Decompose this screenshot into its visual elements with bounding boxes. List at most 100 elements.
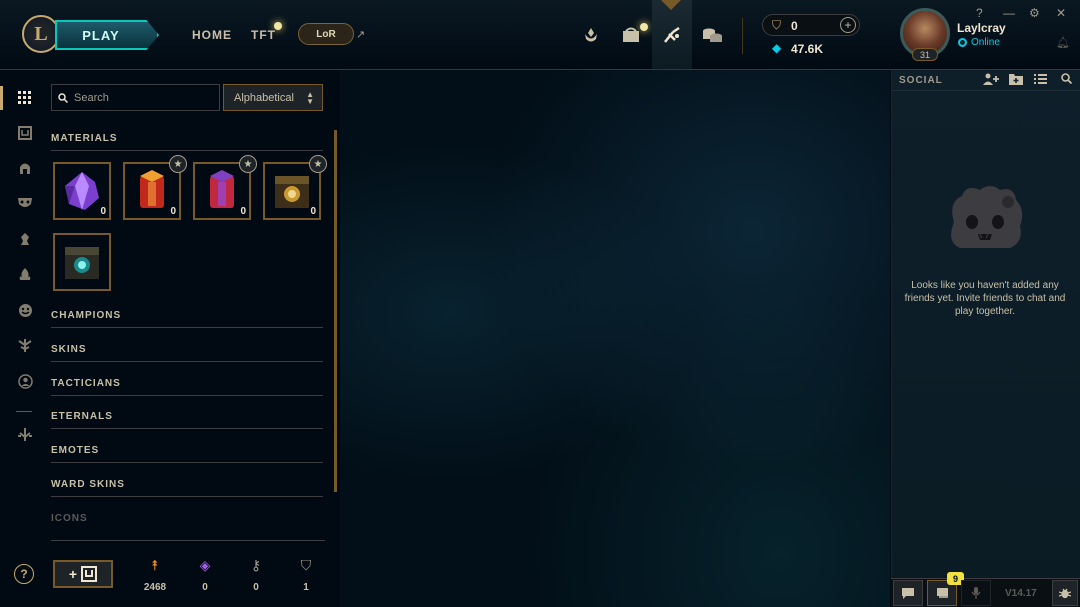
section-skins[interactable]: SKINS (51, 344, 323, 362)
sidebar-tacticians-icon[interactable] (14, 228, 36, 250)
loot-icon[interactable] (659, 22, 685, 48)
buy-rp-button[interactable]: + (840, 17, 856, 33)
lor-label: LoR (316, 28, 336, 40)
status-icon (958, 38, 967, 47)
play-button[interactable]: PLAY (55, 20, 159, 50)
orange-essence-value: 2468 (143, 582, 167, 593)
chest-icon (81, 566, 98, 582)
social-divider (891, 90, 1080, 91)
crystal-icon (65, 172, 99, 210)
missions-icon (936, 588, 948, 598)
collection-notification-dot (640, 23, 648, 31)
chest-value: 1 (303, 582, 309, 593)
list-view-icon[interactable] (1034, 73, 1047, 88)
microphone-icon (971, 587, 981, 599)
loot-count: 0 (170, 206, 176, 217)
star-badge-icon: ★ (239, 155, 257, 173)
league-logo-icon[interactable]: L (22, 15, 60, 53)
key-value: 0 (253, 582, 259, 593)
help-icon[interactable]: ? (976, 6, 983, 20)
key-icon: ⚷ (250, 557, 262, 573)
settings-gear-icon[interactable]: ⚙ (1029, 6, 1040, 20)
tft-link[interactable]: TFT (251, 28, 276, 42)
empty-friends-message: Looks like you haven't added any friends… (904, 280, 1066, 317)
section-emotes[interactable]: EMOTES (51, 445, 323, 463)
section-tacticians[interactable]: TACTICIANS (51, 378, 323, 396)
chat-button[interactable] (893, 580, 923, 606)
loot-scrollbar[interactable] (334, 130, 337, 492)
social-search-icon[interactable] (1061, 73, 1073, 87)
loot-count: 0 (310, 206, 316, 217)
external-link-icon: ↗ (356, 29, 366, 41)
topbar-divider (742, 18, 743, 54)
minimize-icon[interactable]: — (1003, 6, 1015, 20)
blue-essence-icon: ◆ (772, 41, 782, 55)
add-chest-button[interactable]: + (53, 560, 113, 588)
sort-value: Alphabetical (234, 91, 294, 104)
section-ward-skins[interactable]: WARD SKINS (51, 479, 323, 497)
sidebar-divider (16, 411, 32, 412)
search-input[interactable] (74, 91, 214, 104)
sidebar-skins-mask-icon[interactable] (14, 192, 36, 214)
section-champions[interactable]: CHAMPIONS (51, 310, 323, 328)
store-coins-icon[interactable] (699, 22, 725, 48)
tft-notification-dot (274, 22, 282, 30)
orange-essence-icon: ⯭ (150, 557, 160, 573)
gold-chest-icon (275, 176, 309, 208)
status-text[interactable]: Online (971, 37, 1000, 48)
add-friend-icon[interactable] (983, 73, 999, 88)
sort-chevron-icon: ▲ ▼ (306, 90, 314, 106)
bottom-divider (51, 540, 325, 541)
home-link[interactable]: HOME (192, 28, 232, 42)
loot-item-crystal[interactable]: 0 (53, 162, 111, 220)
section-icons[interactable]: ICONS (51, 513, 323, 531)
section-eternals[interactable]: ETERNALS (51, 411, 323, 429)
chat-bubble-icon (902, 587, 914, 599)
center-background (340, 70, 890, 607)
username: Laylcray (957, 21, 1006, 35)
help-button[interactable]: ? (14, 564, 34, 584)
rp-icon: ⛉ (772, 18, 782, 32)
rp-value: 0 (791, 19, 798, 33)
hextech-chest-icon (65, 247, 99, 279)
star-badge-icon: ★ (309, 155, 327, 173)
social-panel (891, 70, 1080, 607)
sidebar-active-indicator (0, 86, 3, 110)
sidebar-all-grid-icon[interactable] (14, 87, 36, 109)
add-folder-icon[interactable] (1009, 73, 1023, 88)
sidebar-champion-helmet-icon[interactable] (14, 157, 36, 179)
lor-button[interactable]: LoR (298, 23, 354, 45)
section-materials[interactable]: MATERIALS (51, 133, 323, 151)
loot-item-hextech-chest[interactable] (53, 233, 111, 291)
bug-icon (1059, 588, 1071, 599)
mythic-essence-icon: ◈ (199, 557, 211, 573)
voice-button[interactable] (961, 580, 991, 606)
plus-label: + (68, 566, 78, 582)
active-tab-indicator (661, 0, 681, 11)
sidebar-crafting-icon[interactable] (14, 423, 36, 445)
report-bug-button[interactable] (1052, 580, 1078, 606)
version-label: V14.17 (1005, 588, 1037, 599)
loot-count: 0 (100, 206, 106, 217)
poro-icon (951, 186, 1023, 248)
mythic-essence-value: 0 (202, 582, 208, 593)
sidebar-icons-profile-icon[interactable] (14, 370, 36, 392)
level-badge: 31 (912, 48, 938, 61)
search-icon (58, 92, 68, 103)
notifications-bell-icon[interactable]: 🔔︎ (1056, 36, 1070, 49)
social-title: SOCIAL (899, 75, 943, 86)
be-value: 47.6K (791, 42, 824, 56)
sidebar-chest-icon[interactable] (14, 122, 36, 144)
sidebar-eternals-flame-icon[interactable] (14, 263, 36, 285)
profile-trophy-icon[interactable] (578, 22, 604, 48)
red-capsule-icon (140, 170, 164, 208)
search-box[interactable] (51, 84, 220, 111)
sidebar-ward-skins-icon[interactable] (14, 334, 36, 356)
close-icon[interactable]: ✕ (1056, 6, 1066, 20)
sidebar-emotes-icon[interactable] (14, 299, 36, 321)
purple-capsule-icon (210, 170, 234, 208)
star-badge-icon: ★ (169, 155, 187, 173)
chest-icon: ⛉ (300, 557, 312, 573)
sort-dropdown[interactable]: Alphabetical ▲ ▼ (223, 84, 323, 111)
loot-count: 0 (240, 206, 246, 217)
